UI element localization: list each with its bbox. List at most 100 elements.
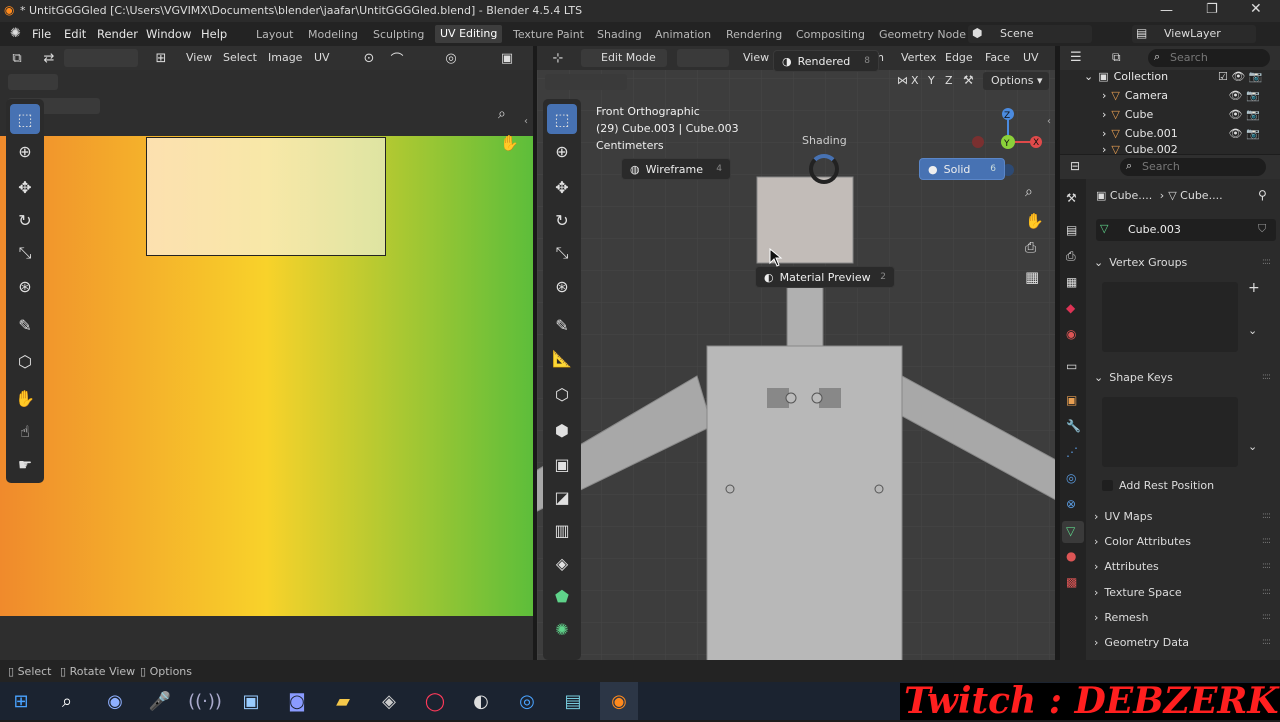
viewport-sidebar-toggle-icon[interactable]: ‹ — [1047, 116, 1051, 127]
selection-mode-buttons[interactable] — [545, 74, 627, 90]
tab-animation[interactable]: Animation — [655, 28, 711, 41]
file-explorer-icon[interactable]: ▰ — [324, 682, 362, 720]
pinch-tool-icon[interactable]: ☛ — [10, 449, 40, 479]
collection-tab-icon[interactable]: ▭ — [1066, 359, 1077, 373]
image-browse-icon[interactable]: ▣ — [496, 47, 518, 69]
properties-search[interactable]: ⌕ Search — [1120, 158, 1266, 176]
drag-handle-icon[interactable]: :::: — [1262, 587, 1271, 597]
loop-cut-tool-icon[interactable]: ▥ — [547, 515, 577, 545]
menu-edit[interactable]: Edit — [64, 27, 86, 41]
outliner-editor-icon[interactable]: ☰ — [1070, 50, 1082, 65]
scale-tool-icon[interactable]: ⤡ — [547, 238, 577, 268]
select-mode-buttons[interactable] — [677, 49, 729, 67]
microphone-icon[interactable]: 🎤 — [141, 682, 179, 720]
spin-tool-icon[interactable]: ✺ — [547, 614, 577, 644]
output-tab-icon[interactable]: ⎙ — [1066, 249, 1076, 264]
tab-geometry-nodes[interactable]: Geometry Node — [879, 28, 966, 41]
rip-tool-icon[interactable]: ⬡ — [10, 346, 40, 376]
drag-handle-icon[interactable]: :::: — [1262, 257, 1271, 267]
physics-tab-icon[interactable]: ◎ — [1066, 471, 1076, 485]
scene-selector[interactable]: ⬢ Scene — [968, 25, 1092, 43]
modifier-tab-icon[interactable]: 🔧 — [1066, 419, 1081, 433]
viewport-menu-edge[interactable]: Edge — [945, 51, 973, 64]
uv-select-mode-buttons[interactable] — [8, 74, 58, 90]
annotate-tool-icon[interactable]: ✎ — [547, 310, 577, 340]
move-tool-icon[interactable]: ✥ — [10, 172, 40, 202]
minimize-button[interactable]: — — [1160, 3, 1173, 18]
tab-texture-paint[interactable]: Texture Paint — [513, 28, 584, 41]
view-layer-selector[interactable]: ▤ ViewLayer — [1132, 25, 1256, 43]
mirror-x[interactable]: X — [911, 74, 919, 87]
vertex-groups-list[interactable] — [1102, 282, 1238, 352]
knife-tool-icon[interactable]: ◈ — [547, 548, 577, 578]
select-box-tool-icon[interactable]: ⬚ — [10, 104, 40, 134]
outliner-item-cube-001[interactable]: › ▽ Cube.001 — [1102, 124, 1178, 143]
display-mode-icon[interactable]: ⧉ — [1112, 50, 1121, 65]
tab-shading[interactable]: Shading — [597, 28, 642, 41]
shape-key-menu-icon[interactable]: ⌄ — [1248, 440, 1257, 453]
add-vertex-group-button[interactable]: + — [1248, 280, 1266, 298]
drag-handle-icon[interactable]: :::: — [1262, 511, 1271, 521]
grab-tool-icon[interactable]: ✋ — [10, 383, 40, 413]
3d-viewport[interactable]: ⊹ Edit Mode View h Vertex Edge Face UV ⋈… — [537, 46, 1055, 660]
chrome-icon[interactable]: ◎ — [508, 682, 546, 720]
rotate-tool-icon[interactable]: ↻ — [10, 205, 40, 235]
object-tab-icon[interactable]: ▣ — [1066, 393, 1077, 407]
viewport-menu-uv[interactable]: UV — [1023, 51, 1039, 64]
editor-type-icon[interactable]: ⧉ — [6, 47, 28, 69]
bevel-tool-icon[interactable]: ◪ — [547, 482, 577, 512]
inset-tool-icon[interactable]: ▣ — [547, 449, 577, 479]
select-tool-icon[interactable]: ⬚ — [547, 104, 577, 134]
menu-render[interactable]: Render — [97, 27, 138, 41]
attributes-header[interactable]: › Attributes:::: — [1094, 556, 1271, 576]
sticky-selection-icon[interactable]: ⊞ — [150, 47, 172, 69]
drag-handle-icon[interactable]: :::: — [1262, 536, 1271, 546]
tool-tab-icon[interactable]: ⚒ — [1066, 191, 1077, 205]
tab-layout[interactable]: Layout — [256, 28, 293, 41]
tab-uv-editing[interactable]: UV Editing — [435, 25, 503, 43]
annotate-tool-icon[interactable]: ✎ — [10, 310, 40, 340]
transform-tool-icon[interactable]: ⊛ — [10, 271, 40, 301]
pin-icon[interactable]: ⚲ — [1258, 188, 1267, 202]
material-tab-icon[interactable]: ● — [1066, 549, 1076, 563]
tab-modeling[interactable]: Modeling — [308, 28, 358, 41]
rendered-shading-button[interactable]: ◑ Rendered 8 — [773, 50, 879, 72]
add-cube-tool-icon[interactable]: ⬡ — [547, 379, 577, 409]
tab-sculpting[interactable]: Sculpting — [373, 28, 424, 41]
uv-island[interactable] — [146, 137, 386, 256]
mirror-icon[interactable]: ⋈ — [897, 74, 908, 87]
outliner-search[interactable]: ⌕ Search — [1148, 49, 1270, 67]
search-icon[interactable]: ⌕ — [48, 682, 86, 720]
sync-selection-icon[interactable]: ⇄ — [38, 47, 60, 69]
app-icon-2[interactable]: ▣ — [232, 682, 270, 720]
blender-taskbar-icon[interactable]: ◉ — [600, 682, 638, 720]
menu-file[interactable]: File — [32, 27, 51, 41]
pivot-icon[interactable]: ⊙ — [358, 47, 380, 69]
solid-shading-button[interactable]: ● Solid 6 — [919, 158, 1005, 180]
relax-tool-icon[interactable]: ☝ — [10, 416, 40, 446]
render-tab-icon[interactable]: ▤ — [1066, 223, 1077, 237]
viewport-menu-face[interactable]: Face — [985, 51, 1010, 64]
menu-window[interactable]: Window — [146, 27, 191, 41]
shape-keys-header[interactable]: ⌄ Shape Keys:::: — [1094, 367, 1271, 387]
mesh-name-field[interactable]: ▽ Cube.003 ⛉ — [1096, 219, 1276, 241]
fake-user-icon[interactable]: ⛉ — [1258, 222, 1266, 236]
discord-icon[interactable]: ◙ — [278, 682, 316, 720]
poly-build-tool-icon[interactable]: ⬟ — [547, 581, 577, 611]
constraints-tab-icon[interactable]: ⊗ — [1066, 497, 1076, 511]
blender-menu-icon[interactable]: ✺ — [10, 26, 21, 41]
texture-space-header[interactable]: › Texture Space:::: — [1094, 582, 1271, 602]
extrude-tool-icon[interactable]: ⬢ — [547, 415, 577, 445]
drag-handle-icon[interactable]: :::: — [1262, 561, 1271, 571]
viewport-menu-vertex[interactable]: Vertex — [901, 51, 936, 64]
wireframe-shading-button[interactable]: ◍ Wireframe 4 — [621, 158, 731, 180]
uv-menu-view[interactable]: View — [186, 51, 212, 64]
camera-view-icon[interactable]: ⎙ — [1025, 240, 1036, 256]
remesh-header[interactable]: › Remesh:::: — [1094, 607, 1271, 627]
maximize-button[interactable]: ❐ — [1206, 2, 1218, 17]
proportional-edit-icon[interactable]: ◎ — [440, 47, 462, 69]
rotate-tool-icon[interactable]: ↻ — [547, 205, 577, 235]
tab-rendering[interactable]: Rendering — [726, 28, 782, 41]
select-mode-group[interactable] — [64, 49, 138, 67]
close-button[interactable]: ✕ — [1250, 1, 1262, 17]
